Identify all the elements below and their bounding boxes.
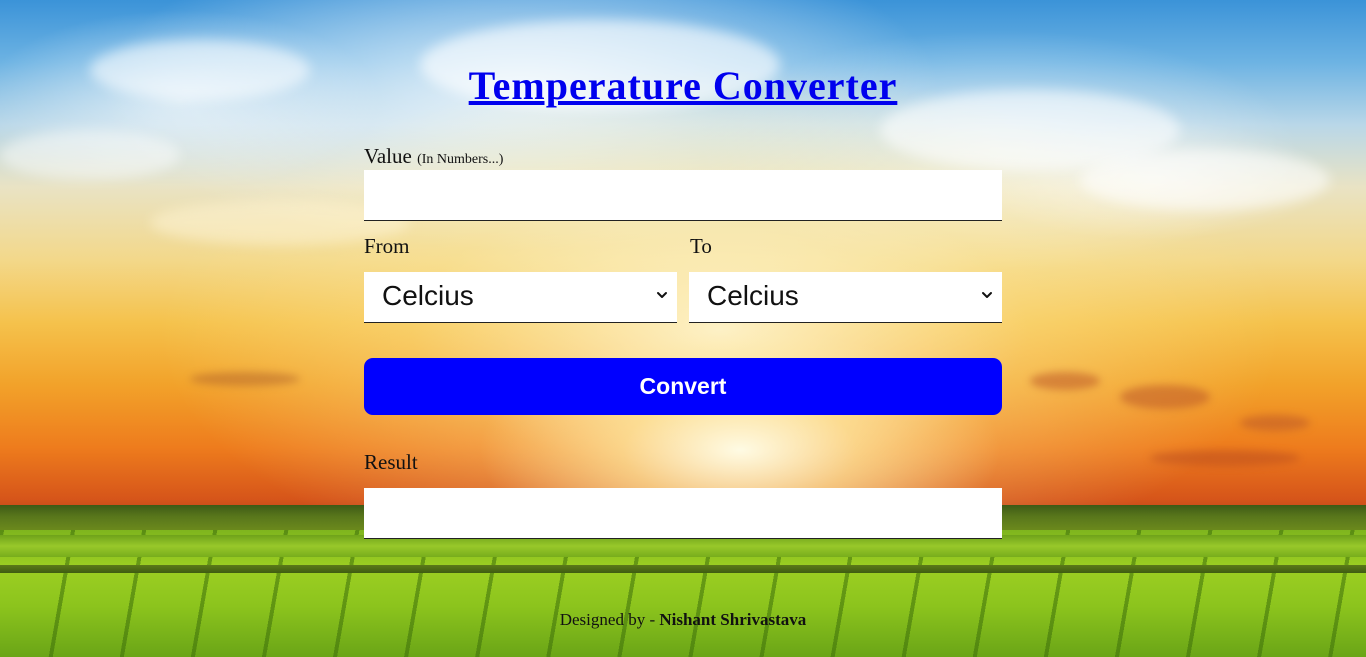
result-label: Result (364, 450, 418, 474)
page-title: Temperature Converter (0, 62, 1366, 109)
to-unit-select[interactable]: Celcius (689, 272, 1002, 323)
chevron-down-icon (982, 292, 992, 298)
from-unit-value: Celcius (382, 280, 474, 311)
value-input[interactable] (364, 170, 1002, 221)
from-unit-select[interactable]: Celcius (364, 272, 677, 323)
converter-app: Temperature Converter Value (In Numbers.… (0, 0, 1366, 657)
from-label: From (364, 234, 410, 258)
value-label: Value (In Numbers...) (364, 144, 503, 169)
value-hint: (In Numbers...) (417, 152, 504, 167)
chevron-down-icon (657, 292, 667, 298)
result-output[interactable] (364, 488, 1002, 539)
to-unit-value: Celcius (707, 280, 799, 311)
footer-author: Nishant Shrivastava (659, 610, 807, 629)
to-label: To (690, 234, 712, 258)
footer-prefix: Designed by - (559, 610, 660, 629)
convert-button[interactable]: Convert (364, 358, 1002, 415)
title-link[interactable]: Temperature Converter (469, 63, 898, 108)
value-label-text: Value (364, 144, 412, 168)
footer-credit: Designed by - Nishant Shrivastava (0, 610, 1366, 630)
